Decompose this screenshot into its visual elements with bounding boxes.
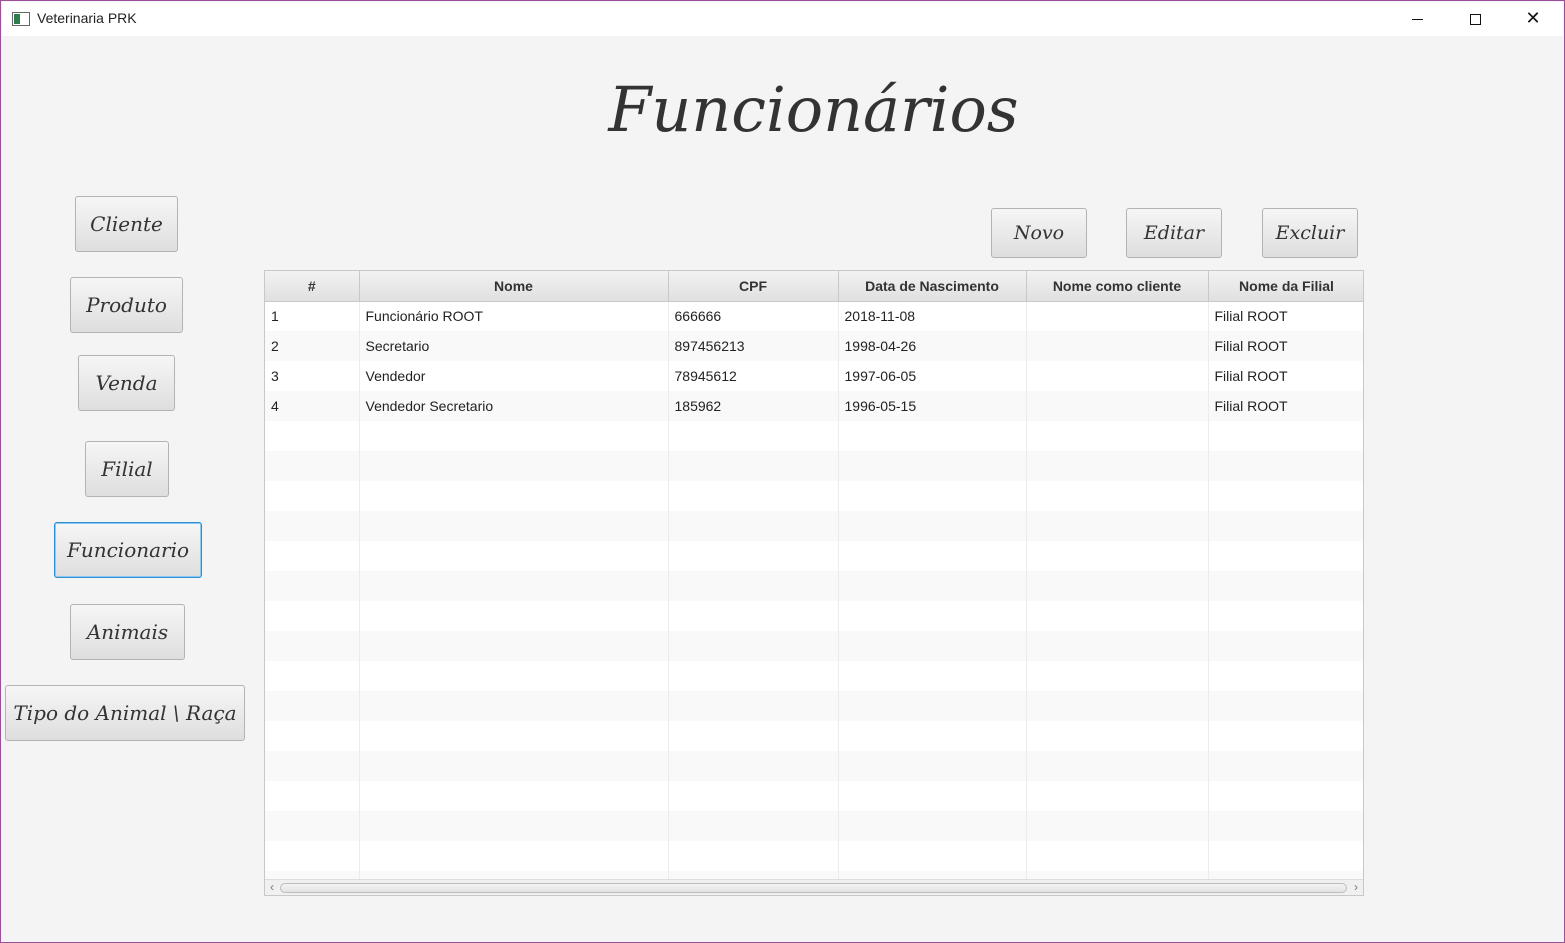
- cell-cpf: 78945612: [668, 361, 839, 391]
- scroll-thumb[interactable]: [280, 883, 1347, 893]
- title-bar[interactable]: Veterinaria PRK ✕: [2, 2, 1563, 36]
- cell-id: 1: [265, 301, 360, 331]
- column-header-nome-cliente[interactable]: Nome como cliente: [1026, 271, 1209, 302]
- minimize-icon: [1411, 18, 1423, 20]
- cell-nome-cliente: [1026, 361, 1209, 391]
- empty-row: [265, 751, 1363, 781]
- empty-row: [265, 811, 1363, 841]
- scroll-left-icon[interactable]: ‹: [265, 880, 279, 895]
- nav-cliente-button[interactable]: Cliente: [75, 196, 178, 252]
- cell-id: 3: [265, 361, 360, 391]
- nav-venda-button[interactable]: Venda: [78, 355, 175, 411]
- table-row[interactable]: 4 Vendedor Secretario 185962 1996-05-15 …: [265, 391, 1363, 421]
- app-icon: [12, 12, 30, 26]
- nav-tipo-animal-button[interactable]: Tipo do Animal \ Raça: [5, 685, 245, 741]
- empty-row: [265, 691, 1363, 721]
- empty-row: [265, 661, 1363, 691]
- empty-row: [265, 571, 1363, 601]
- scroll-right-icon[interactable]: ›: [1349, 880, 1363, 895]
- empty-row: [265, 511, 1363, 541]
- horizontal-scrollbar[interactable]: ‹ ›: [265, 879, 1363, 895]
- cell-data-nascimento: 1998-04-26: [838, 331, 1027, 361]
- column-header-nome-filial[interactable]: Nome da Filial: [1208, 271, 1363, 302]
- empty-row: [265, 631, 1363, 661]
- empty-row: [265, 451, 1363, 481]
- column-header-nome[interactable]: Nome: [359, 271, 669, 302]
- excluir-button[interactable]: Excluir: [1262, 208, 1358, 258]
- empty-row: [265, 481, 1363, 511]
- editar-button[interactable]: Editar: [1126, 208, 1222, 258]
- table-row[interactable]: 1 Funcionário ROOT 666666 2018-11-08 Fil…: [265, 301, 1363, 331]
- cell-cpf: 185962: [668, 391, 839, 421]
- close-button[interactable]: ✕: [1504, 2, 1562, 36]
- empty-row: [265, 421, 1363, 451]
- novo-button[interactable]: Novo: [991, 208, 1087, 258]
- cell-nome-cliente: [1026, 391, 1209, 421]
- column-header-data-nascimento[interactable]: Data de Nascimento: [838, 271, 1027, 302]
- cell-data-nascimento: 1996-05-15: [838, 391, 1027, 421]
- cell-data-nascimento: 1997-06-05: [838, 361, 1027, 391]
- nav-produto-button[interactable]: Produto: [70, 277, 183, 333]
- column-header-cpf[interactable]: CPF: [668, 271, 839, 302]
- close-icon: ✕: [1525, 8, 1541, 29]
- funcionarios-table[interactable]: # Nome CPF Data de Nascimento Nome como …: [264, 270, 1364, 896]
- cell-id: 4: [265, 391, 360, 421]
- cell-data-nascimento: 2018-11-08: [838, 301, 1027, 331]
- empty-row: [265, 541, 1363, 571]
- cell-nome-cliente: [1026, 331, 1209, 361]
- maximize-button[interactable]: [1446, 2, 1504, 36]
- empty-row: [265, 781, 1363, 811]
- table-header-row: # Nome CPF Data de Nascimento Nome como …: [265, 271, 1363, 302]
- page-title: Funcionários: [608, 73, 1019, 146]
- cell-nome-cliente: [1026, 301, 1209, 331]
- cell-nome-filial: Filial ROOT: [1208, 391, 1363, 421]
- cell-nome: Vendedor: [359, 361, 669, 391]
- empty-row: [265, 601, 1363, 631]
- maximize-icon: [1469, 13, 1481, 25]
- cell-cpf: 897456213: [668, 331, 839, 361]
- nav-funcionario-button[interactable]: Funcionario: [54, 522, 202, 578]
- minimize-button[interactable]: [1388, 2, 1446, 36]
- cell-nome: Vendedor Secretario: [359, 391, 669, 421]
- cell-nome-filial: Filial ROOT: [1208, 331, 1363, 361]
- empty-row: [265, 841, 1363, 871]
- window-title: Veterinaria PRK: [37, 10, 137, 26]
- cell-id: 2: [265, 331, 360, 361]
- cell-nome-filial: Filial ROOT: [1208, 361, 1363, 391]
- empty-row: [265, 721, 1363, 751]
- cell-nome: Funcionário ROOT: [359, 301, 669, 331]
- table-row[interactable]: 3 Vendedor 78945612 1997-06-05 Filial RO…: [265, 361, 1363, 391]
- column-header-id[interactable]: #: [265, 271, 360, 302]
- table-row[interactable]: 2 Secretario 897456213 1998-04-26 Filial…: [265, 331, 1363, 361]
- cell-nome-filial: Filial ROOT: [1208, 301, 1363, 331]
- cell-nome: Secretario: [359, 331, 669, 361]
- cell-cpf: 666666: [668, 301, 839, 331]
- nav-filial-button[interactable]: Filial: [85, 441, 169, 497]
- nav-animais-button[interactable]: Animais: [70, 604, 185, 660]
- app-window: Veterinaria PRK ✕ Funcionários Cliente P…: [0, 0, 1565, 943]
